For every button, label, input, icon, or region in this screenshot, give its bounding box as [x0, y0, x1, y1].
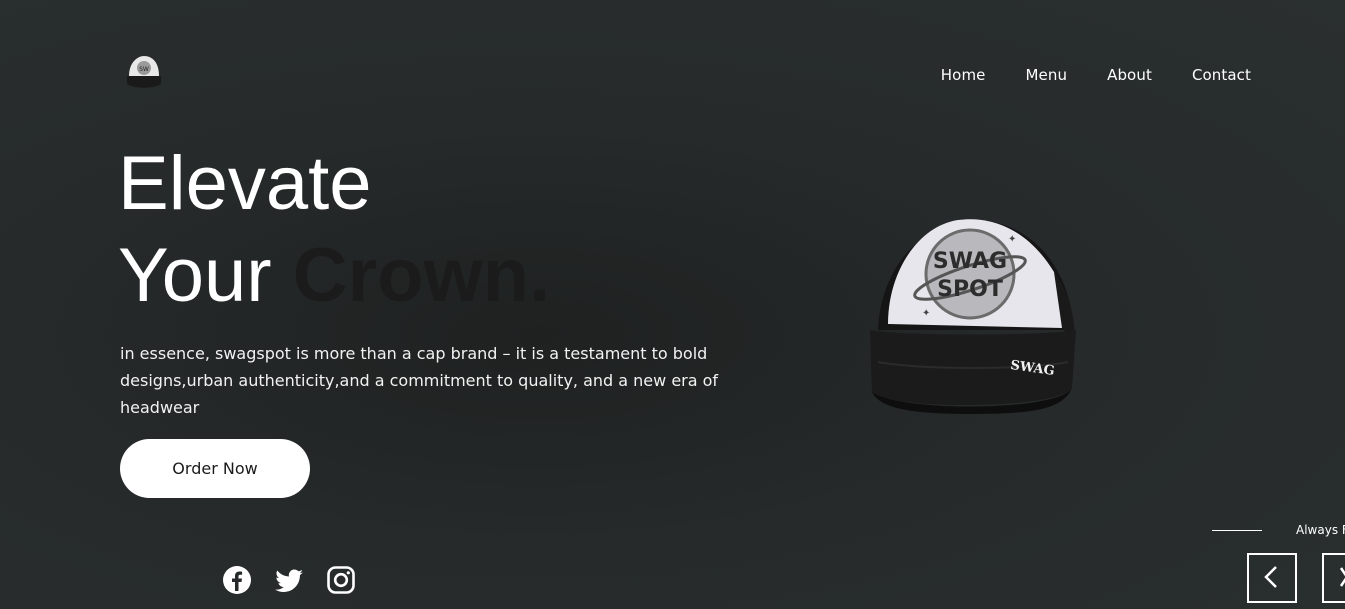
headline-line-2-plain: Your — [118, 233, 293, 318]
svg-text:SWAG: SWAG — [933, 249, 1007, 274]
slide-caption: Always F — [1296, 523, 1345, 537]
main-nav: Home Menu About Contact — [941, 66, 1251, 84]
svg-text:✦: ✦ — [922, 308, 930, 319]
order-now-button[interactable]: Order Now — [120, 439, 310, 498]
slider-next-button[interactable] — [1322, 553, 1345, 603]
slide-indicator-line — [1212, 530, 1262, 531]
landing-page: SW Home Menu About Contact Elevate Your … — [0, 0, 1345, 609]
twitter-icon[interactable] — [273, 564, 305, 596]
instagram-icon[interactable] — [325, 564, 357, 596]
chevron-left-icon — [1262, 565, 1282, 592]
hero-tagline: in essence, swagspot is more than a cap … — [120, 344, 719, 417]
svg-text:✦: ✦ — [1008, 234, 1016, 245]
trucker-cap-image: SWAG SPOT ✦ ✦ SWAG — [858, 212, 1088, 422]
headline-line-1: Elevate — [118, 141, 372, 226]
nav-contact-link[interactable]: Contact — [1192, 66, 1251, 84]
nav-about-link[interactable]: About — [1107, 66, 1152, 84]
headline-line-2-accent: Crown. — [292, 233, 551, 318]
nav-menu-link[interactable]: Menu — [1025, 66, 1067, 84]
facebook-icon[interactable] — [221, 564, 253, 596]
svg-text:SW: SW — [139, 66, 149, 73]
slider-prev-button[interactable] — [1247, 553, 1297, 603]
hero-headline: Elevate Your Crown. — [118, 138, 550, 322]
svg-text:SPOT: SPOT — [937, 277, 1003, 302]
nav-home-link[interactable]: Home — [941, 66, 986, 84]
social-links — [221, 564, 357, 596]
close-icon — [1337, 565, 1345, 592]
brand-logo-icon[interactable]: SW — [124, 54, 164, 92]
